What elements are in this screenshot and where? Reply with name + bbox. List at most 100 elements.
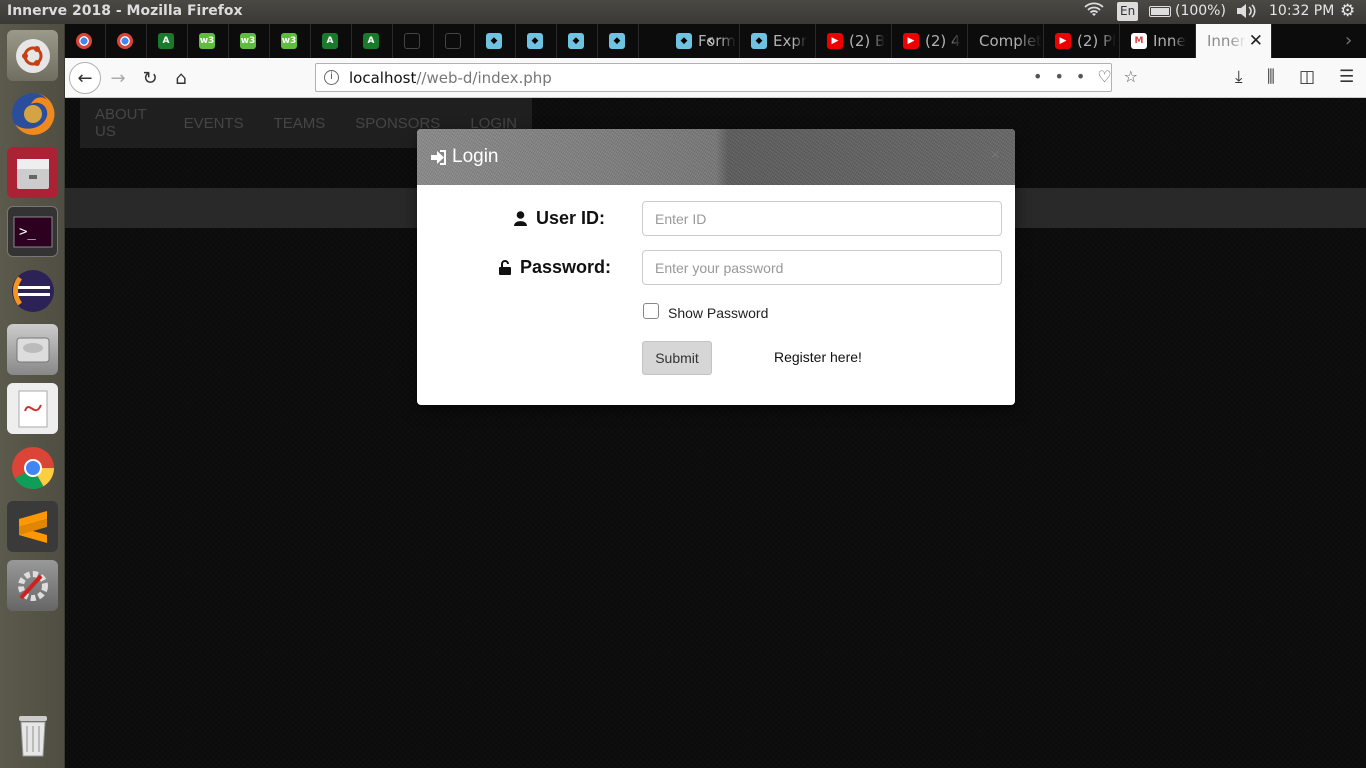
- navigation-toolbar: ← → ↻ ⌂ i localhost//web-d/index.php •••…: [65, 58, 1366, 98]
- formspree-icon: ◆: [527, 33, 543, 49]
- terminal-launcher-icon[interactable]: >_: [7, 206, 58, 257]
- user-id-label: User ID:: [514, 208, 605, 229]
- close-tab-icon[interactable]: ✕: [1249, 31, 1263, 51]
- browser-tab[interactable]: ◆: [475, 24, 516, 58]
- unlock-icon: [499, 260, 511, 275]
- browser-tab[interactable]: Complet: [968, 24, 1044, 58]
- trash-launcher-icon[interactable]: [7, 709, 58, 760]
- url-text[interactable]: localhost//web-d/index.php: [349, 69, 552, 87]
- browser-tab[interactable]: ◆: [516, 24, 557, 58]
- library-icon[interactable]: ⫼: [1267, 67, 1275, 87]
- downloads-icon[interactable]: ⤓: [1235, 67, 1243, 87]
- ubuntu-dash-icon[interactable]: [7, 30, 58, 81]
- android-studio-icon: A: [158, 33, 174, 49]
- user-icon: [514, 211, 527, 226]
- pocket-icon[interactable]: ♡: [1097, 67, 1123, 86]
- forward-button[interactable]: →: [102, 62, 134, 94]
- clock[interactable]: 10:32 PM: [1269, 3, 1334, 19]
- codepen-icon: [445, 33, 461, 49]
- keyboard-layout-indicator[interactable]: En: [1117, 2, 1139, 21]
- home-button[interactable]: ⌂: [165, 62, 197, 94]
- battery-icon: [1149, 5, 1171, 17]
- android-studio-icon: A: [322, 33, 338, 49]
- site-info-icon[interactable]: i: [324, 70, 339, 85]
- browser-tab[interactable]: [106, 24, 147, 58]
- codepen-icon: [404, 33, 420, 49]
- system-menu-gear-icon[interactable]: ⚙: [1340, 1, 1355, 21]
- browser-tab[interactable]: M Inne: [1120, 24, 1196, 58]
- reload-button[interactable]: ↻: [134, 62, 166, 94]
- modal-title: Login: [431, 146, 499, 168]
- hamburger-menu-icon[interactable]: ☰: [1339, 67, 1354, 87]
- ubuntu-top-panel: Innerve 2018 - Mozilla Firefox En (100%)…: [0, 0, 1366, 24]
- firefox-launcher-icon[interactable]: [7, 88, 58, 139]
- volume-icon[interactable]: [1235, 3, 1257, 19]
- browser-tab[interactable]: ◆: [598, 24, 639, 58]
- chrome-icon: [76, 33, 92, 49]
- browser-tab[interactable]: [434, 24, 475, 58]
- user-id-row: User ID:: [417, 201, 1015, 236]
- browser-tab-active[interactable]: Inner ✕: [1196, 24, 1272, 58]
- chrome-icon: [117, 33, 133, 49]
- browser-tab[interactable]: ▶ (2) B: [816, 24, 892, 58]
- browser-tab[interactable]: [65, 24, 106, 58]
- browser-tab[interactable]: w3: [188, 24, 229, 58]
- tab-scroll-right-icon[interactable]: ›: [1345, 30, 1352, 51]
- wifi-icon[interactable]: [1084, 2, 1104, 18]
- unity-launcher: >_: [0, 24, 65, 768]
- browser-tab[interactable]: A: [311, 24, 352, 58]
- show-password-row: Show Password: [643, 303, 768, 321]
- url-bar[interactable]: i localhost//web-d/index.php •••♡☆: [315, 63, 1138, 92]
- battery-percent: (100%): [1175, 3, 1226, 19]
- youtube-icon: ▶: [1055, 33, 1071, 49]
- browser-tab[interactable]: A: [147, 24, 188, 58]
- more-actions-icon[interactable]: •••: [1033, 67, 1097, 86]
- system-tools-launcher-icon[interactable]: [7, 560, 58, 611]
- eclipse-launcher-icon[interactable]: [7, 265, 58, 316]
- browser-tab[interactable]: w3: [270, 24, 311, 58]
- formspree-icon: ◆: [751, 33, 767, 49]
- bookmark-star-icon[interactable]: ☆: [1124, 67, 1150, 86]
- register-link[interactable]: Register here!: [774, 349, 862, 365]
- formspree-icon: ◆: [568, 33, 584, 49]
- sublime-text-launcher-icon[interactable]: [7, 501, 58, 552]
- formspree-icon: ◆: [676, 33, 692, 49]
- svg-text:>_: >_: [19, 224, 36, 240]
- browser-tab[interactable]: w3: [229, 24, 270, 58]
- chrome-launcher-icon[interactable]: [7, 442, 58, 493]
- sidebar-icon[interactable]: ◫: [1299, 67, 1315, 87]
- disks-launcher-icon[interactable]: [7, 324, 58, 375]
- page-actions: •••♡☆: [1033, 67, 1150, 86]
- tab-strip: A w3 w3 w3 A A ◆ ◆ ◆ ◆ ‹ ◆ Form ◆ Expr ▶ (2…: [65, 24, 1366, 58]
- document-viewer-launcher-icon[interactable]: [7, 383, 58, 434]
- window-title: Innerve 2018 - Mozilla Firefox: [7, 3, 243, 19]
- browser-tab[interactable]: [393, 24, 434, 58]
- password-label: Password:: [499, 257, 611, 278]
- youtube-icon: ▶: [827, 33, 843, 49]
- gmail-icon: M: [1131, 33, 1147, 49]
- login-modal: Login × User ID: Password: Show Password…: [417, 129, 1015, 405]
- back-button[interactable]: ←: [69, 62, 101, 94]
- android-studio-icon: A: [363, 33, 379, 49]
- youtube-icon: ▶: [903, 33, 919, 49]
- browser-tab[interactable]: A: [352, 24, 393, 58]
- w3schools-icon: w3: [199, 33, 215, 49]
- sign-in-icon: [431, 149, 446, 165]
- browser-tab[interactable]: ◆ Expr: [740, 24, 816, 58]
- browser-tab[interactable]: ▶ (2) Pl: [1044, 24, 1120, 58]
- password-input[interactable]: [642, 250, 1002, 285]
- browser-tab[interactable]: ◆: [557, 24, 598, 58]
- browser-tab[interactable]: ◆ Form: [665, 24, 740, 58]
- submit-button[interactable]: Submit: [642, 341, 712, 375]
- user-id-input[interactable]: [642, 201, 1002, 236]
- w3schools-icon: w3: [240, 33, 256, 49]
- show-password-label[interactable]: Show Password: [668, 305, 768, 321]
- browser-tab[interactable]: ▶ (2) 4: [892, 24, 968, 58]
- battery-indicator[interactable]: (100%): [1149, 3, 1226, 19]
- files-launcher-icon[interactable]: [7, 147, 58, 198]
- password-row: Password:: [417, 250, 1015, 285]
- formspree-icon: ◆: [486, 33, 502, 49]
- w3schools-icon: w3: [281, 33, 297, 49]
- show-password-checkbox[interactable]: [643, 303, 659, 319]
- close-modal-button[interactable]: ×: [990, 145, 1000, 165]
